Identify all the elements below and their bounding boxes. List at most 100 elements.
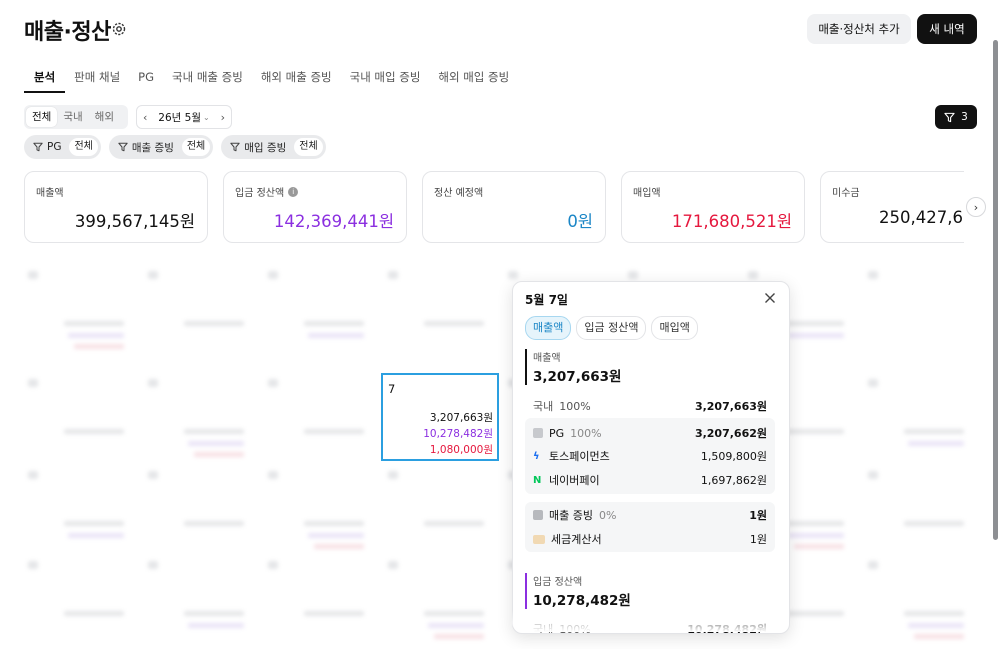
month-picker: ‹ 26년 5월 ⌄ › (136, 105, 232, 129)
cell-day (748, 271, 758, 279)
calendar-cell (860, 555, 972, 639)
cell-line (904, 429, 964, 434)
info-icon[interactable]: i (288, 186, 299, 197)
tab-bar: 분석 판매 채널 PG 국내 매출 증빙 해외 매출 증빙 국내 매입 증빙 해… (24, 64, 518, 94)
cell-line (908, 623, 964, 628)
cell-day (148, 379, 158, 387)
cell-line (908, 441, 964, 446)
filter-icon (118, 142, 128, 152)
cell-line (428, 623, 484, 628)
card-value: 399,567,145원 (74, 212, 195, 231)
card-label: 입금 정산액 (235, 188, 285, 199)
gear-icon[interactable] (111, 21, 127, 37)
cell-day (28, 379, 38, 387)
tab-overseas-purchase-evidence[interactable]: 해외 매입 증빙 (429, 64, 518, 90)
card-value: 250,427,60 (879, 208, 964, 227)
calendar-cell (20, 265, 132, 349)
summary-cards: 매출액 399,567,145원 입금 정산액 i 142,369,441원 정산… (24, 171, 964, 245)
calendar-cell (140, 265, 252, 345)
card-purchase[interactable]: 매입액 171,680,521원 (621, 171, 805, 243)
new-entry-button[interactable]: 새 내역 (917, 14, 977, 44)
deposit-section: 입금 정산액 10,278,482원 (525, 573, 777, 613)
card-label: 정산 예정액 (434, 188, 484, 199)
cell-line (424, 611, 484, 616)
card-value: 0원 (567, 212, 593, 231)
calendar-cell (260, 555, 372, 635)
chevron-down-icon[interactable]: ⌄ (203, 113, 210, 122)
chip-label: PG (47, 141, 62, 153)
cell-line (794, 544, 844, 549)
day-detail-popover: 5월 7일 매출액 입금 정산액 매입액 매출액 3,207,663원 국내 10… (512, 281, 790, 634)
card-receivable[interactable]: 미수금 250,427,60 (820, 171, 964, 243)
cell-line (304, 521, 364, 526)
calendar-cell (260, 465, 372, 549)
card-deposit[interactable]: 입금 정산액 i 142,369,441원 (223, 171, 407, 243)
cell-day (628, 271, 638, 279)
popover-tab-purchase[interactable]: 매입액 (651, 316, 698, 340)
cell-line (304, 611, 364, 616)
sales-section: 매출액 3,207,663원 (525, 349, 777, 389)
filter-button[interactable]: 3 (935, 105, 977, 129)
tab-domestic-sales-evidence[interactable]: 국내 매출 증빙 (163, 64, 252, 90)
calendar-cell (380, 265, 492, 345)
tab-pg[interactable]: PG (129, 64, 163, 90)
calendar-cell (140, 373, 252, 457)
section-total: 3,207,663원 (533, 369, 622, 385)
cell-day (268, 471, 278, 479)
chevron-right-icon[interactable]: › (966, 197, 986, 217)
cell-day (28, 271, 38, 279)
calendar-cell (140, 465, 252, 545)
section-total: 10,278,482원 (533, 593, 631, 609)
cell-day (388, 561, 398, 569)
calendar-cell (860, 465, 972, 545)
day-sales: 3,207,663원 (429, 412, 493, 424)
cell-day (868, 471, 878, 479)
cell-day (148, 471, 158, 479)
card-sales[interactable]: 매출액 399,567,145원 (24, 171, 208, 243)
calendar-day-selected[interactable]: 7 3,207,663원 10,278,482원 1,080,000원 (381, 373, 499, 461)
calendar-cell (380, 555, 492, 639)
cell-line (784, 429, 844, 434)
segment-domestic[interactable]: 국내 (57, 107, 88, 127)
scrollbar[interactable] (993, 40, 998, 540)
region-segment: 전체 국내 해외 (24, 105, 128, 129)
cell-line (64, 321, 124, 326)
chevron-left-icon[interactable]: ‹ (143, 111, 147, 124)
month-label[interactable]: 26년 5월 (158, 110, 201, 125)
cell-day (388, 471, 398, 479)
chip-purchase-evidence[interactable]: 매입 증빙 전체 (221, 135, 326, 159)
popover-tab-sales[interactable]: 매출액 (525, 316, 572, 340)
card-expected[interactable]: 정산 예정액 0원 (422, 171, 606, 243)
calendar-cell (20, 373, 132, 453)
cell-line (64, 429, 124, 434)
cell-line (64, 521, 124, 526)
tab-overseas-sales-evidence[interactable]: 해외 매출 증빙 (252, 64, 341, 90)
tab-sales-channel[interactable]: 판매 채널 (65, 64, 129, 90)
chip-pg[interactable]: PG 전체 (24, 135, 101, 159)
card-label: 미수금 (832, 188, 860, 199)
close-icon[interactable] (763, 291, 777, 305)
tab-analysis[interactable]: 분석 (24, 64, 66, 93)
naver-row: N 네이버페이 1,697,862원 (533, 474, 767, 487)
cell-line (184, 611, 244, 616)
chip-sales-evidence[interactable]: 매출 증빙 전체 (108, 135, 214, 159)
calendar-cell (260, 265, 372, 345)
sales-domestic-row: 국내 100% 3,207,663원 (533, 399, 767, 414)
cell-day (28, 561, 38, 569)
cell-line (184, 429, 244, 434)
calendar-cell (860, 265, 972, 345)
cell-line (904, 521, 964, 526)
popover-tab-deposit[interactable]: 입금 정산액 (576, 316, 647, 340)
tab-domestic-purchase-evidence[interactable]: 국내 매입 증빙 (341, 64, 430, 90)
chevron-right-icon[interactable]: › (221, 111, 225, 124)
day-number: 7 (388, 382, 396, 396)
cell-line (424, 521, 484, 526)
filter-icon (944, 112, 955, 122)
popover-tabs: 매출액 입금 정산액 매입액 (525, 316, 698, 340)
segment-overseas[interactable]: 해외 (89, 107, 120, 127)
add-settlement-button[interactable]: 매출·정산처 추가 (807, 14, 911, 44)
cell-day (268, 561, 278, 569)
cell-line (314, 544, 364, 549)
segment-all[interactable]: 전체 (26, 107, 58, 127)
card-label: 매입액 (633, 188, 661, 199)
